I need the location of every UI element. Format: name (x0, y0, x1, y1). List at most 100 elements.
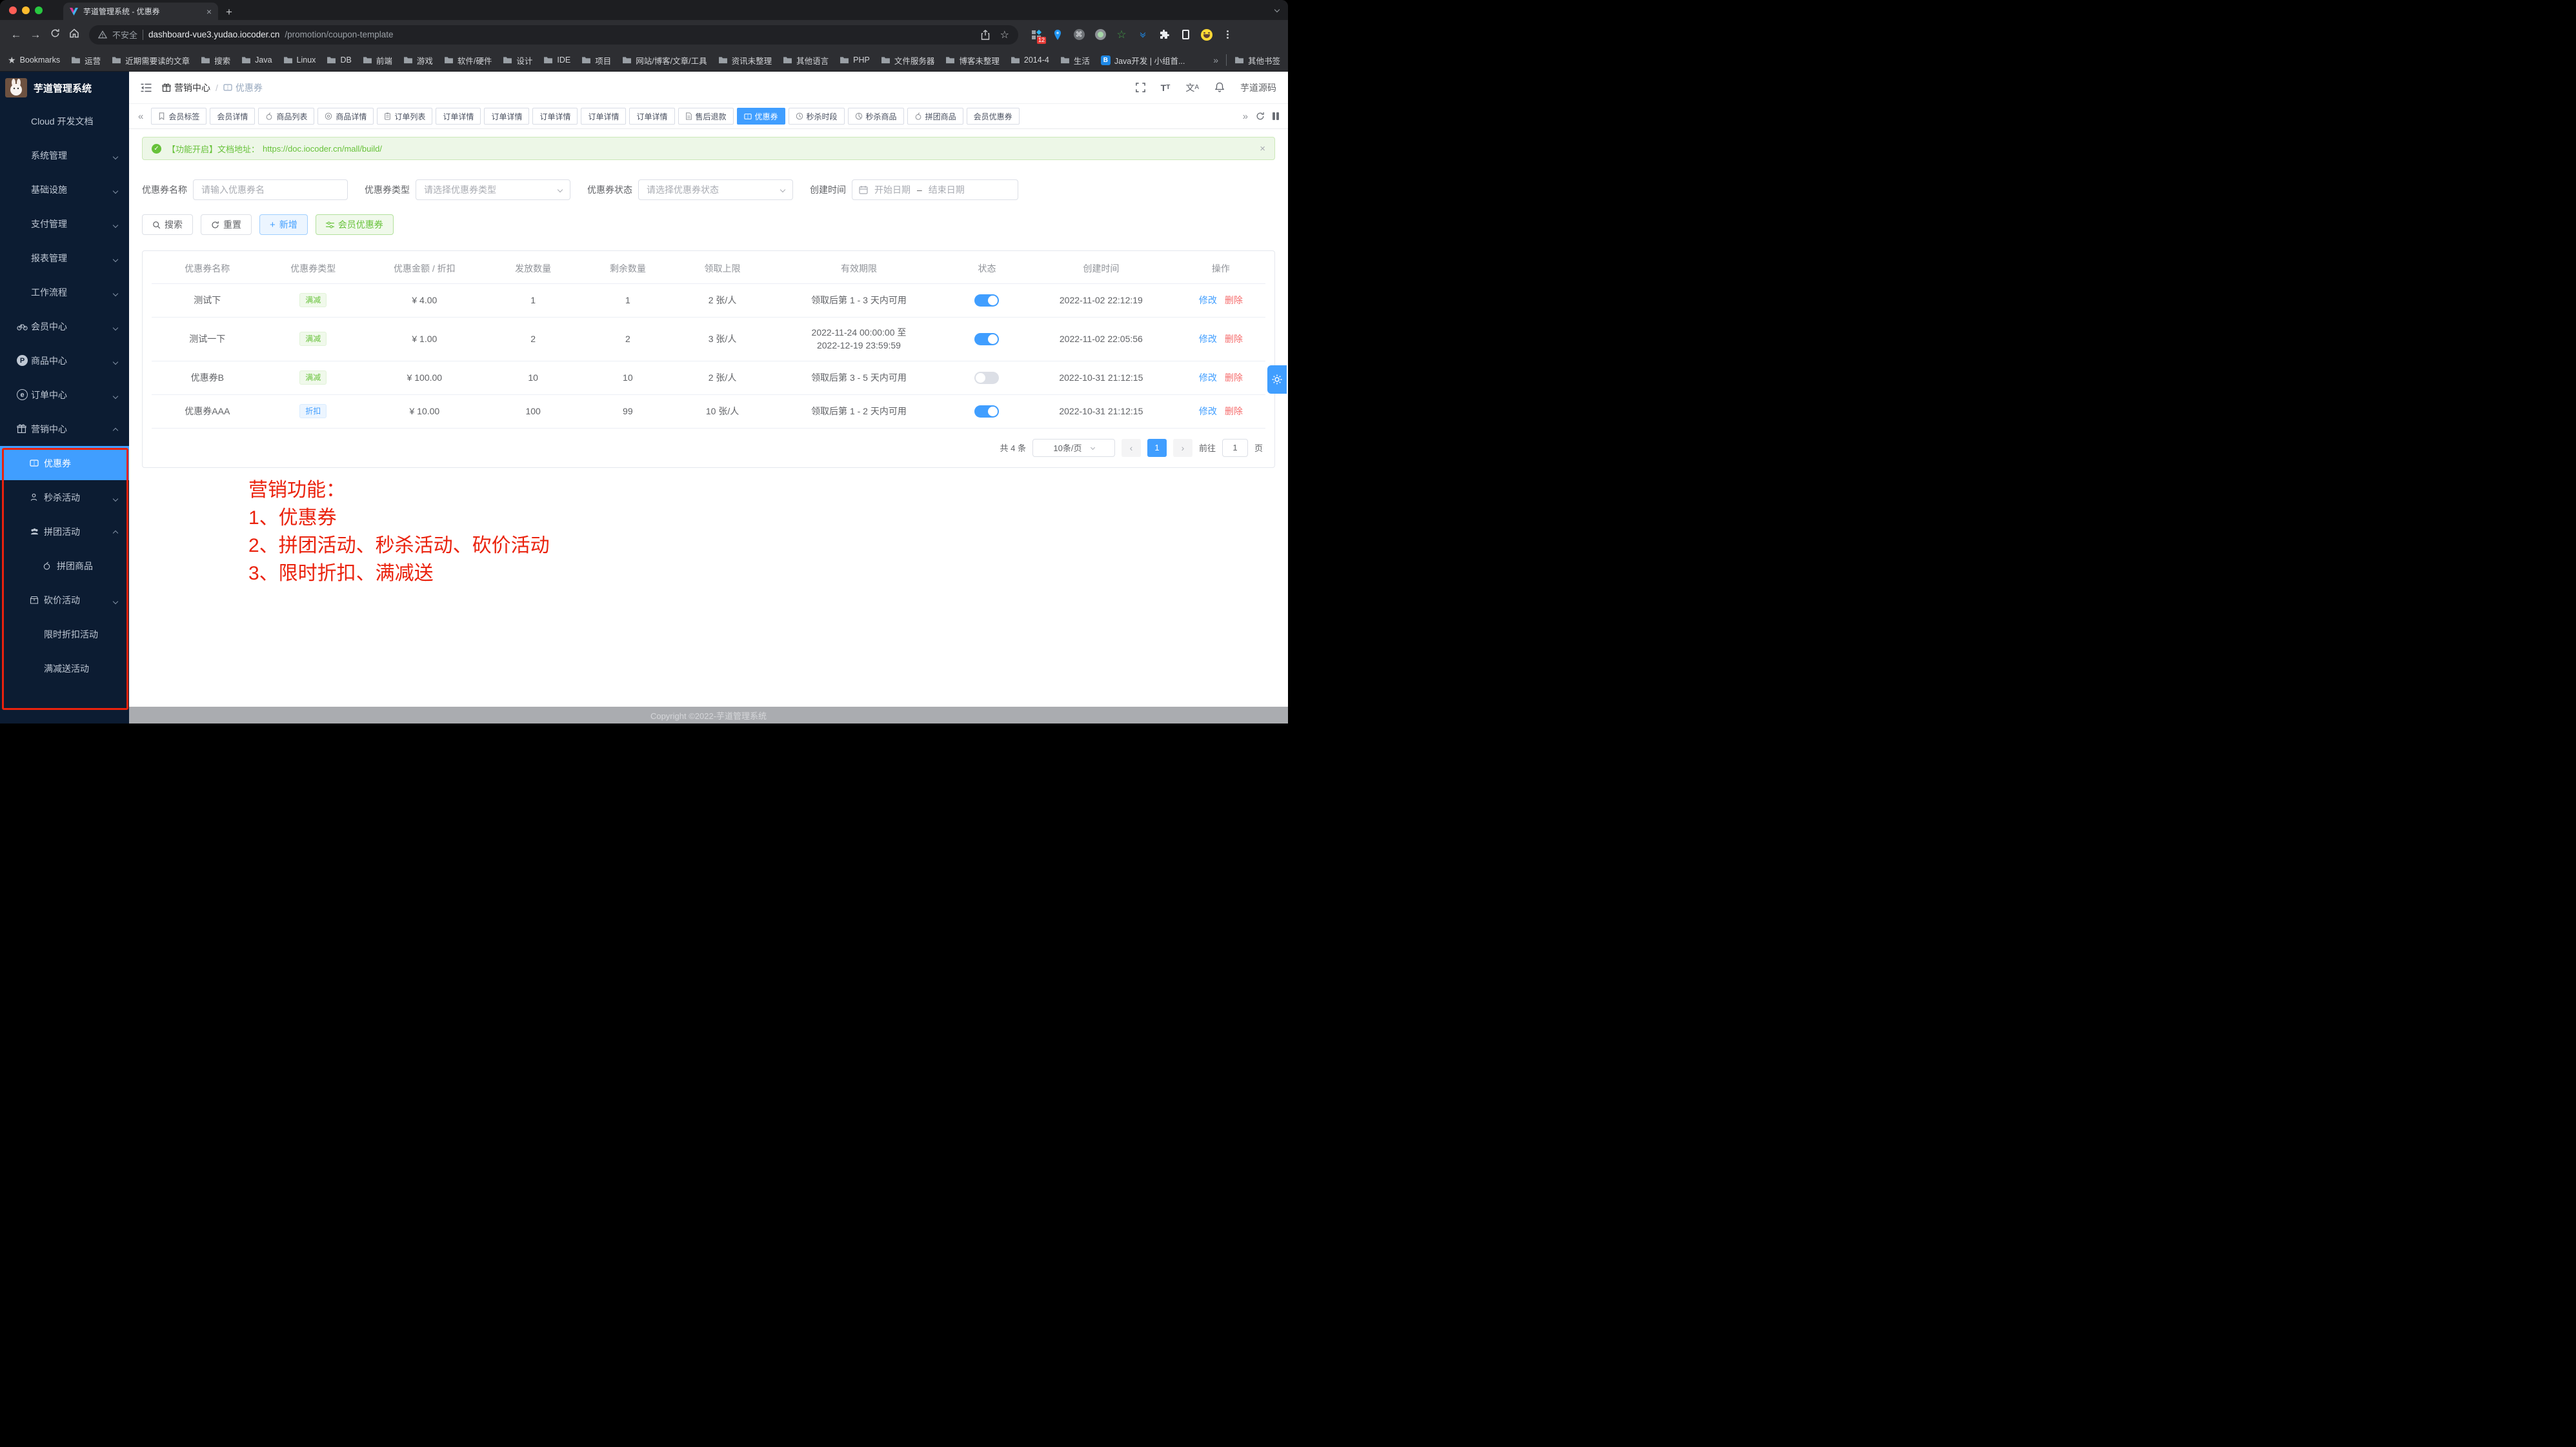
delete-link[interactable]: 删除 (1225, 406, 1243, 416)
collapse-menu-icon[interactable] (141, 83, 152, 92)
sidebar-item-workflow[interactable]: 工作流程 (0, 275, 129, 309)
alert-link[interactable]: https://doc.iocoder.cn/mall/build/ (263, 144, 382, 154)
edit-link[interactable]: 修改 (1199, 406, 1217, 416)
bookmark-folder[interactable]: 网站/博客/文章/工具 (622, 54, 707, 66)
status-toggle[interactable] (974, 333, 999, 345)
address-bar[interactable]: 不安全 dashboard-vue3.yudao.iocoder.cn/prom… (89, 25, 1018, 45)
bookmark-folder[interactable]: 设计 (503, 54, 532, 66)
tag-seckill-time[interactable]: 秒杀时段 (789, 108, 845, 125)
next-page-button[interactable]: › (1173, 439, 1192, 457)
goto-page-input[interactable] (1222, 439, 1248, 457)
fullscreen-icon[interactable] (1136, 83, 1145, 92)
bookmark-folder[interactable]: PHP (840, 56, 870, 65)
new-tab-button[interactable]: + (226, 6, 232, 17)
sidebar-item-coupon[interactable]: 优惠券 (0, 446, 129, 480)
extension-pin-icon[interactable] (1051, 28, 1064, 41)
edit-link[interactable]: 修改 (1199, 334, 1217, 344)
app-logo-row[interactable]: 芋道管理系统 (0, 72, 129, 104)
tag-coupon-active[interactable]: 优惠券 (737, 108, 785, 125)
bookmarks-overflow-chevron[interactable]: » (1213, 55, 1218, 65)
bookmark-folder[interactable]: DB (327, 56, 351, 65)
sidebar-item-system[interactable]: 系统管理 (0, 138, 129, 172)
extension-command-icon[interactable]: ⌘ (1072, 28, 1085, 41)
tag-order-list[interactable]: 订单列表 (377, 108, 432, 125)
font-size-icon[interactable]: TT (1161, 83, 1171, 93)
sidebar-item-groupbuy-product[interactable]: 拼团商品 (0, 549, 129, 583)
sidebar-item-member-center[interactable]: 会员中心 (0, 309, 129, 343)
browser-tab[interactable]: 芋道管理系统 - 优惠券 × (63, 3, 218, 20)
edit-link[interactable]: 修改 (1199, 295, 1217, 305)
tag-order-detail[interactable]: 订单详情 (484, 108, 529, 125)
tab-close-icon[interactable]: × (206, 6, 212, 17)
maximize-window-button[interactable] (35, 6, 43, 14)
bell-icon[interactable] (1214, 82, 1225, 93)
bookmarks-manager[interactable]: ★Bookmarks (8, 55, 60, 66)
bookmark-folder[interactable]: 软件/硬件 (444, 54, 492, 66)
alert-close-icon[interactable]: × (1260, 143, 1265, 154)
bookmark-folder[interactable]: 游戏 (403, 54, 433, 66)
tag-order-detail[interactable]: 订单详情 (629, 108, 674, 125)
bookmark-star-icon[interactable]: ☆ (1000, 28, 1009, 41)
share-icon[interactable] (981, 30, 990, 40)
tag-member-label[interactable]: 会员标签 (151, 108, 206, 125)
security-label[interactable]: 不安全 (112, 28, 137, 41)
home-button[interactable] (65, 28, 84, 41)
coupon-name-input[interactable] (193, 179, 348, 200)
status-toggle[interactable] (974, 294, 999, 307)
profile-avatar[interactable] (1200, 28, 1213, 41)
tag-order-detail[interactable]: 订单详情 (436, 108, 481, 125)
member-coupon-button[interactable]: 会员优惠券 (316, 214, 394, 235)
tag-order-detail[interactable]: 订单详情 (532, 108, 578, 125)
status-toggle[interactable] (974, 372, 999, 384)
end-date-placeholder[interactable]: 结束日期 (929, 183, 965, 196)
date-range-picker[interactable]: 开始日期 – 结束日期 (852, 179, 1018, 200)
security-warning-icon[interactable] (98, 30, 107, 39)
extensions-puzzle-icon[interactable] (1158, 28, 1171, 41)
search-button[interactable]: 搜索 (142, 214, 193, 235)
tag-seckill-product[interactable]: 秒杀商品 (848, 108, 904, 125)
tags-scroll-left-icon[interactable]: « (134, 111, 147, 122)
sidebar-item-report[interactable]: 报表管理 (0, 241, 129, 275)
delete-link[interactable]: 删除 (1225, 334, 1243, 344)
extension-grid-icon[interactable]: 12 (1030, 28, 1043, 41)
sidebar-item-product-center[interactable]: P 商品中心 (0, 343, 129, 378)
other-bookmarks-folder[interactable]: 其他书签 (1234, 54, 1280, 66)
sidebar-item-time-discount[interactable]: 限时折扣活动 (0, 617, 129, 651)
coupon-status-select[interactable]: 请选择优惠券状态 (638, 179, 793, 200)
sidebar-item-cloud-docs[interactable]: Cloud 开发文档 (0, 104, 129, 138)
delete-link[interactable]: 删除 (1225, 295, 1243, 305)
tag-order-detail[interactable]: 订单详情 (581, 108, 626, 125)
tag-aftersale-refund[interactable]: 售后退款 (678, 108, 734, 125)
back-button[interactable]: ← (6, 28, 26, 41)
sidebar-item-order-center[interactable]: e 订单中心 (0, 378, 129, 412)
edit-link[interactable]: 修改 (1199, 372, 1217, 383)
status-toggle[interactable] (974, 405, 999, 418)
bookmark-folder[interactable]: 博客未整理 (945, 54, 1000, 66)
page-size-select[interactable]: 10条/页 (1032, 439, 1115, 457)
browser-menu-icon[interactable] (1227, 34, 1229, 35)
tab-search-chevron-icon[interactable] (1275, 3, 1279, 15)
tag-groupbuy-product[interactable]: 拼团商品 (907, 108, 963, 125)
sidebar-item-full-reduction[interactable]: 满减送活动 (0, 651, 129, 685)
add-button[interactable]: + 新增 (259, 214, 308, 235)
tag-member-detail[interactable]: 会员详情 (210, 108, 255, 125)
bookmark-folder[interactable]: 生活 (1060, 54, 1090, 66)
sidebar-item-pay[interactable]: 支付管理 (0, 207, 129, 241)
extension-panel-icon[interactable] (1179, 28, 1192, 41)
forward-button[interactable]: → (26, 28, 45, 41)
tags-refresh-icon[interactable] (1252, 112, 1269, 121)
bookmark-folder[interactable]: IDE (543, 56, 570, 65)
bookmark-folder[interactable]: Java (241, 56, 272, 65)
bookmark-link[interactable]: BJava开发 | 小组首... (1101, 54, 1185, 66)
breadcrumb-promotion[interactable]: 营销中心 (162, 81, 210, 94)
user-name[interactable]: 芋道源码 (1240, 81, 1276, 94)
sidebar-item-promotion-center[interactable]: 营销中心 (0, 412, 129, 446)
bookmark-folder[interactable]: 前端 (363, 54, 392, 66)
sidebar-item-infra[interactable]: 基础设施 (0, 172, 129, 207)
current-page-button[interactable]: 1 (1147, 439, 1167, 457)
tags-scroll-right-icon[interactable]: » (1239, 111, 1252, 122)
bookmark-folder[interactable]: 搜索 (201, 54, 230, 66)
bookmark-folder[interactable]: 2014-4 (1011, 56, 1049, 65)
reset-button[interactable]: 重置 (201, 214, 252, 235)
bookmark-folder[interactable]: 文件服务器 (881, 54, 935, 66)
